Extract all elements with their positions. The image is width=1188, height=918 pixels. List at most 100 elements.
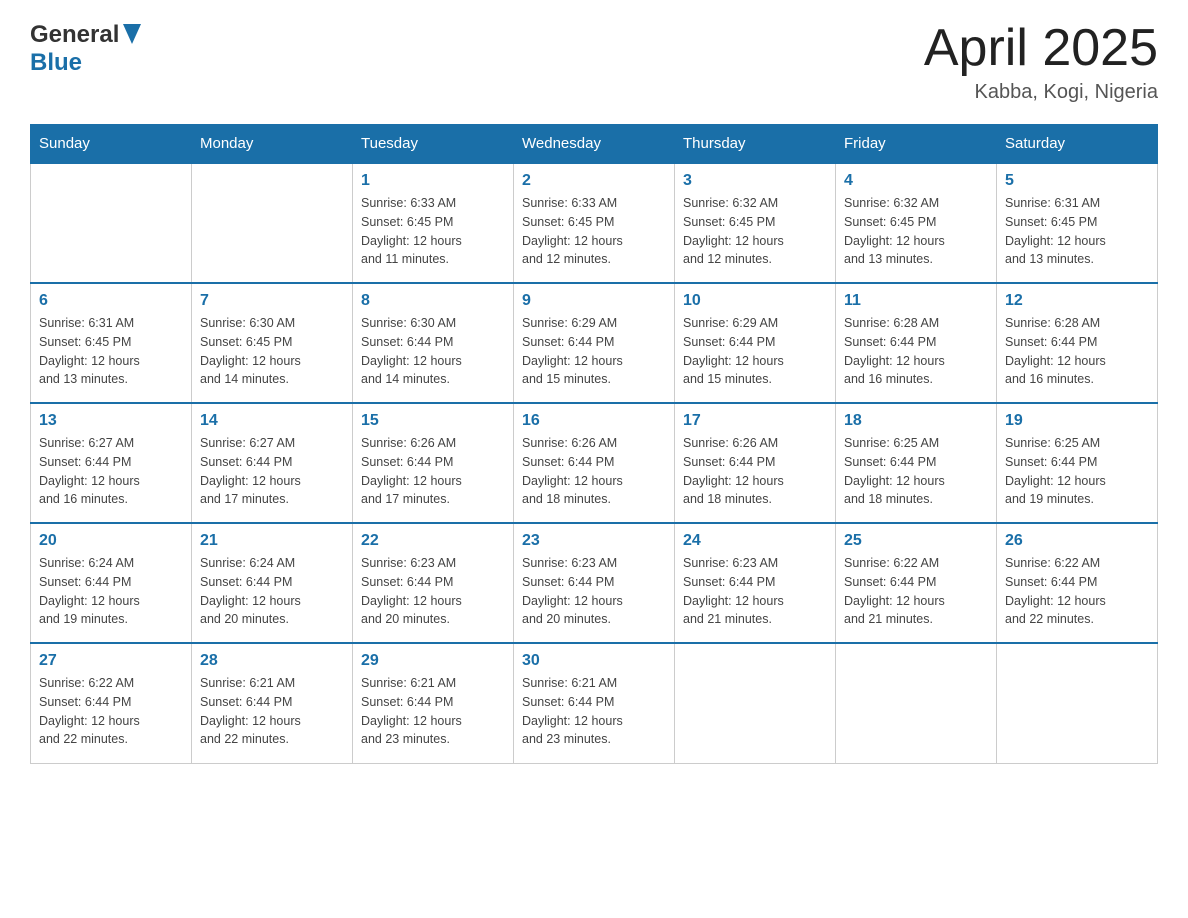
day-info: Sunrise: 6:24 AM Sunset: 6:44 PM Dayligh… [200, 554, 344, 629]
day-number: 27 [39, 652, 183, 670]
logo-blue-text: Blue [30, 49, 82, 76]
calendar-header-row: Sunday Monday Tuesday Wednesday Thursday… [31, 125, 1158, 164]
logo: General Blue [30, 20, 141, 77]
calendar-cell: 14 Sunrise: 6:27 AM Sunset: 6:44 PM Dayli… [192, 403, 353, 523]
day-number: 14 [200, 412, 344, 430]
day-info: Sunrise: 6:25 AM Sunset: 6:44 PM Dayligh… [844, 434, 988, 509]
day-number: 12 [1005, 292, 1149, 310]
calendar-title: April 2025 [924, 20, 1158, 77]
day-number: 15 [361, 412, 505, 430]
calendar-cell: 15 Sunrise: 6:26 AM Sunset: 6:44 PM Dayli… [353, 403, 514, 523]
day-info: Sunrise: 6:26 AM Sunset: 6:44 PM Dayligh… [361, 434, 505, 509]
day-info: Sunrise: 6:25 AM Sunset: 6:44 PM Dayligh… [1005, 434, 1149, 509]
calendar-cell: 8 Sunrise: 6:30 AM Sunset: 6:44 PM Daylig… [353, 283, 514, 403]
calendar-cell: 30 Sunrise: 6:21 AM Sunset: 6:44 PM Dayli… [514, 643, 675, 763]
day-number: 18 [844, 412, 988, 430]
day-number: 6 [39, 292, 183, 310]
day-number: 11 [844, 292, 988, 310]
calendar-cell: 5 Sunrise: 6:31 AM Sunset: 6:45 PM Daylig… [997, 163, 1158, 283]
day-info: Sunrise: 6:21 AM Sunset: 6:44 PM Dayligh… [522, 674, 666, 749]
calendar-cell [192, 163, 353, 283]
day-number: 22 [361, 532, 505, 550]
day-number: 10 [683, 292, 827, 310]
calendar-table: Sunday Monday Tuesday Wednesday Thursday… [30, 124, 1158, 764]
calendar-cell: 2 Sunrise: 6:33 AM Sunset: 6:45 PM Daylig… [514, 163, 675, 283]
header-tuesday: Tuesday [353, 125, 514, 164]
calendar-cell: 7 Sunrise: 6:30 AM Sunset: 6:45 PM Daylig… [192, 283, 353, 403]
calendar-week-2: 6 Sunrise: 6:31 AM Sunset: 6:45 PM Daylig… [31, 283, 1158, 403]
calendar-cell: 17Sunrise: 6:26 AM Sunset: 6:44 PM Dayli… [675, 403, 836, 523]
calendar-cell: 19 Sunrise: 6:25 AM Sunset: 6:44 PM Dayli… [997, 403, 1158, 523]
calendar-cell: 12 Sunrise: 6:28 AM Sunset: 6:44 PM Dayli… [997, 283, 1158, 403]
day-number: 8 [361, 292, 505, 310]
calendar-cell: 3 Sunrise: 6:32 AM Sunset: 6:45 PM Daylig… [675, 163, 836, 283]
day-number: 2 [522, 172, 666, 190]
day-number: 3 [683, 172, 827, 190]
calendar-location: Kabba, Kogi, Nigeria [924, 81, 1158, 104]
day-info: Sunrise: 6:30 AM Sunset: 6:45 PM Dayligh… [200, 314, 344, 389]
calendar-cell: 29Sunrise: 6:21 AM Sunset: 6:44 PM Dayli… [353, 643, 514, 763]
day-info: Sunrise: 6:23 AM Sunset: 6:44 PM Dayligh… [361, 554, 505, 629]
day-number: 21 [200, 532, 344, 550]
calendar-cell: 4 Sunrise: 6:32 AM Sunset: 6:45 PM Daylig… [836, 163, 997, 283]
calendar-cell: 10 Sunrise: 6:29 AM Sunset: 6:44 PM Dayli… [675, 283, 836, 403]
calendar-week-4: 20 Sunrise: 6:24 AM Sunset: 6:44 PM Dayli… [31, 523, 1158, 643]
day-info: Sunrise: 6:27 AM Sunset: 6:44 PM Dayligh… [39, 434, 183, 509]
day-number: 29 [361, 652, 505, 670]
day-info: Sunrise: 6:31 AM Sunset: 6:45 PM Dayligh… [1005, 194, 1149, 269]
day-info: Sunrise: 6:33 AM Sunset: 6:45 PM Dayligh… [361, 194, 505, 269]
header-thursday: Thursday [675, 125, 836, 164]
calendar-cell: 18 Sunrise: 6:25 AM Sunset: 6:44 PM Dayli… [836, 403, 997, 523]
calendar-week-5: 27 Sunrise: 6:22 AM Sunset: 6:44 PM Dayli… [31, 643, 1158, 763]
day-info: Sunrise: 6:32 AM Sunset: 6:45 PM Dayligh… [683, 194, 827, 269]
calendar-cell: 6 Sunrise: 6:31 AM Sunset: 6:45 PM Daylig… [31, 283, 192, 403]
day-number: 9 [522, 292, 666, 310]
day-info: Sunrise: 6:22 AM Sunset: 6:44 PM Dayligh… [844, 554, 988, 629]
calendar-cell: 25 Sunrise: 6:22 AM Sunset: 6:44 PM Dayli… [836, 523, 997, 643]
calendar-cell: 24 Sunrise: 6:23 AM Sunset: 6:44 PM Dayli… [675, 523, 836, 643]
day-number: 1 [361, 172, 505, 190]
day-number: 7 [200, 292, 344, 310]
day-number: 17 [683, 412, 827, 430]
day-info: Sunrise: 6:22 AM Sunset: 6:44 PM Dayligh… [39, 674, 183, 749]
day-info: Sunrise: 6:21 AM Sunset: 6:44 PM Dayligh… [200, 674, 344, 749]
calendar-cell: 27 Sunrise: 6:22 AM Sunset: 6:44 PM Dayli… [31, 643, 192, 763]
day-info: Sunrise: 6:33 AM Sunset: 6:45 PM Dayligh… [522, 194, 666, 269]
day-number: 5 [1005, 172, 1149, 190]
calendar-cell: 13Sunrise: 6:27 AM Sunset: 6:44 PM Dayli… [31, 403, 192, 523]
day-info: Sunrise: 6:22 AM Sunset: 6:44 PM Dayligh… [1005, 554, 1149, 629]
day-number: 30 [522, 652, 666, 670]
day-number: 19 [1005, 412, 1149, 430]
day-number: 25 [844, 532, 988, 550]
day-info: Sunrise: 6:32 AM Sunset: 6:45 PM Dayligh… [844, 194, 988, 269]
page-header: General Blue April 2025 Kabba, Kogi, Nig… [30, 20, 1158, 104]
day-number: 4 [844, 172, 988, 190]
calendar-cell: 11 Sunrise: 6:28 AM Sunset: 6:44 PM Dayli… [836, 283, 997, 403]
calendar-week-3: 13Sunrise: 6:27 AM Sunset: 6:44 PM Dayli… [31, 403, 1158, 523]
day-number: 26 [1005, 532, 1149, 550]
header-monday: Monday [192, 125, 353, 164]
calendar-cell [836, 643, 997, 763]
day-info: Sunrise: 6:23 AM Sunset: 6:44 PM Dayligh… [522, 554, 666, 629]
day-info: Sunrise: 6:26 AM Sunset: 6:44 PM Dayligh… [522, 434, 666, 509]
day-info: Sunrise: 6:24 AM Sunset: 6:44 PM Dayligh… [39, 554, 183, 629]
day-number: 20 [39, 532, 183, 550]
calendar-cell [997, 643, 1158, 763]
day-info: Sunrise: 6:28 AM Sunset: 6:44 PM Dayligh… [844, 314, 988, 389]
day-info: Sunrise: 6:31 AM Sunset: 6:45 PM Dayligh… [39, 314, 183, 389]
calendar-cell: 21 Sunrise: 6:24 AM Sunset: 6:44 PM Dayli… [192, 523, 353, 643]
day-number: 24 [683, 532, 827, 550]
day-info: Sunrise: 6:30 AM Sunset: 6:44 PM Dayligh… [361, 314, 505, 389]
calendar-cell: 20 Sunrise: 6:24 AM Sunset: 6:44 PM Dayli… [31, 523, 192, 643]
logo-general-text: General [30, 21, 119, 49]
calendar-cell [675, 643, 836, 763]
day-info: Sunrise: 6:29 AM Sunset: 6:44 PM Dayligh… [683, 314, 827, 389]
title-section: April 2025 Kabba, Kogi, Nigeria [924, 20, 1158, 104]
day-info: Sunrise: 6:23 AM Sunset: 6:44 PM Dayligh… [683, 554, 827, 629]
day-info: Sunrise: 6:28 AM Sunset: 6:44 PM Dayligh… [1005, 314, 1149, 389]
calendar-cell: 23Sunrise: 6:23 AM Sunset: 6:44 PM Dayli… [514, 523, 675, 643]
header-sunday: Sunday [31, 125, 192, 164]
day-info: Sunrise: 6:27 AM Sunset: 6:44 PM Dayligh… [200, 434, 344, 509]
header-saturday: Saturday [997, 125, 1158, 164]
calendar-cell: 9Sunrise: 6:29 AM Sunset: 6:44 PM Daylig… [514, 283, 675, 403]
